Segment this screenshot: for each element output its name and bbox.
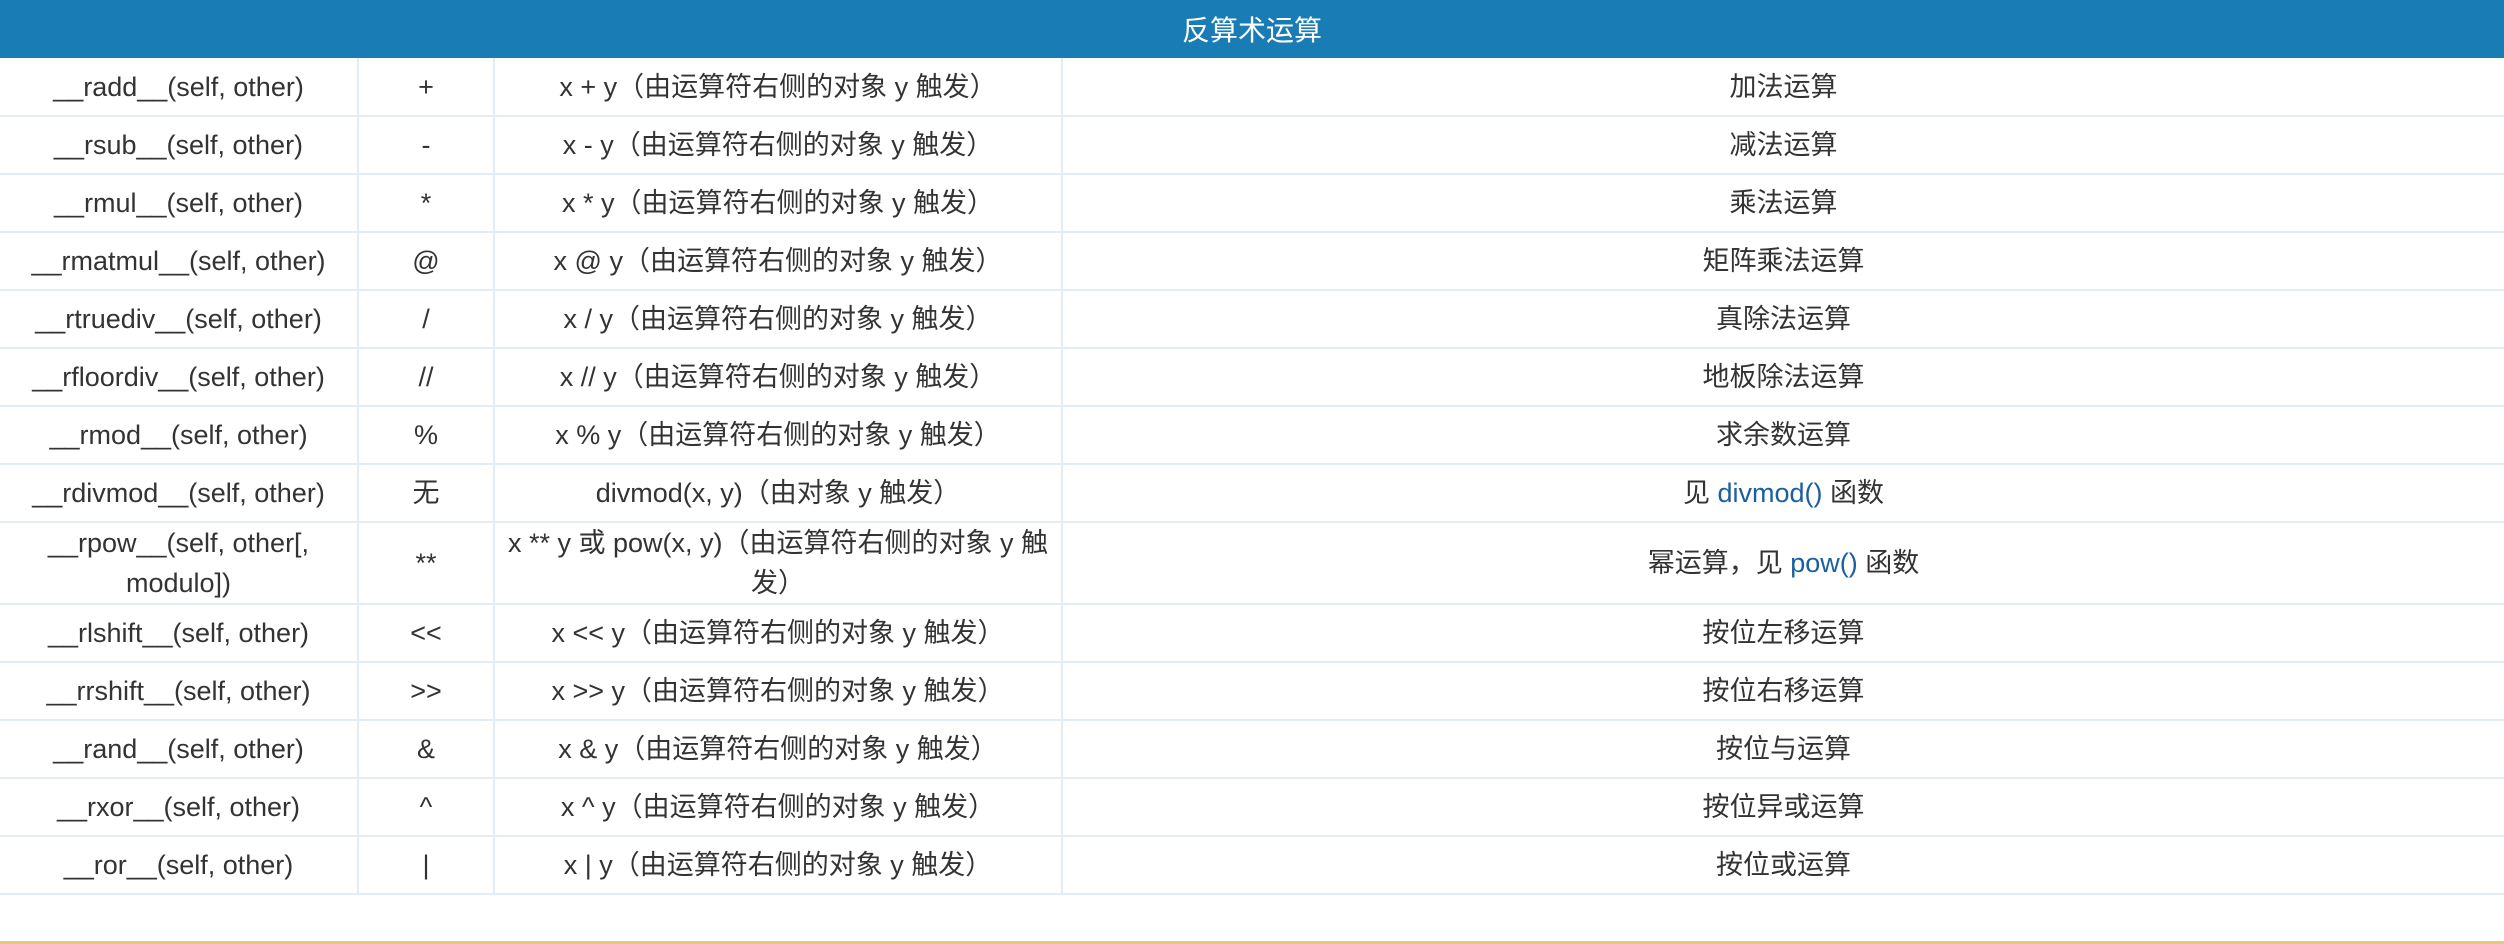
table-row: __radd__(self, other) + x + y（由运算符右侧的对象 …	[0, 58, 2504, 117]
description-cell: 加法运算	[1062, 58, 2504, 117]
description-text: 见	[1682, 478, 1718, 508]
operator-cell: -	[358, 116, 495, 175]
expression-cell: x ** y 或 pow(x, y)（由运算符右侧的对象 y 触发）	[494, 522, 1063, 605]
operator-cell: %	[358, 406, 495, 465]
operator-cell: +	[358, 58, 495, 117]
description-text: 幂运算，见	[1647, 548, 1791, 578]
table-row: __rlshift__(self, other) << x << y（由运算符右…	[0, 604, 2504, 663]
table-row: __ror__(self, other) | x | y（由运算符右侧的对象 y…	[0, 836, 2504, 895]
operator-cell: >>	[358, 662, 495, 721]
method-cell: __rdivmod__(self, other)	[0, 464, 359, 523]
method-cell: __rtruediv__(self, other)	[0, 290, 359, 349]
expression-cell: x @ y（由运算符右侧的对象 y 触发）	[494, 232, 1063, 291]
expression-cell: x * y（由运算符右侧的对象 y 触发）	[494, 174, 1063, 233]
table-title: 反算术运算	[0, 0, 2504, 58]
description-cell: 按位左移运算	[1062, 604, 2504, 663]
table-row: __rxor__(self, other) ^ x ^ y（由运算符右侧的对象 …	[0, 778, 2504, 837]
expression-cell: x - y（由运算符右侧的对象 y 触发）	[494, 116, 1063, 175]
description-cell: 减法运算	[1062, 116, 2504, 175]
description-cell: 见 divmod() 函数	[1062, 464, 2504, 523]
operator-cell: <<	[358, 604, 495, 663]
description-cell: 按位异或运算	[1062, 778, 2504, 837]
expression-cell: x / y（由运算符右侧的对象 y 触发）	[494, 290, 1063, 349]
description-cell: 求余数运算	[1062, 406, 2504, 465]
expression-cell: x + y（由运算符右侧的对象 y 触发）	[494, 58, 1063, 117]
table-row: __rsub__(self, other) - x - y（由运算符右侧的对象 …	[0, 116, 2504, 175]
table-row: __rrshift__(self, other) >> x >> y（由运算符右…	[0, 662, 2504, 721]
operator-cell: @	[358, 232, 495, 291]
description-cell: 幂运算，见 pow() 函数	[1062, 522, 2504, 605]
expression-cell: x // y（由运算符右侧的对象 y 触发）	[494, 348, 1063, 407]
description-cell: 按位与运算	[1062, 720, 2504, 779]
method-cell: __radd__(self, other)	[0, 58, 359, 117]
method-cell: __rmatmul__(self, other)	[0, 232, 359, 291]
reflected-arithmetic-table-container: 反算术运算 __radd__(self, other) + x + y（由运算符…	[0, 0, 2504, 944]
description-cell: 按位或运算	[1062, 836, 2504, 895]
method-cell: __rfloordiv__(self, other)	[0, 348, 359, 407]
expression-cell: x << y（由运算符右侧的对象 y 触发）	[494, 604, 1063, 663]
description-text: 函数	[1857, 548, 1920, 578]
table-row: __rmul__(self, other) * x * y（由运算符右侧的对象 …	[0, 174, 2504, 233]
method-cell: __rand__(self, other)	[0, 720, 359, 779]
operator-cell: /	[358, 290, 495, 349]
description-text: 函数	[1822, 478, 1885, 508]
method-cell: __rrshift__(self, other)	[0, 662, 359, 721]
table-row: __rdivmod__(self, other) 无 divmod(x, y)（…	[0, 464, 2504, 523]
table-row: __rtruediv__(self, other) / x / y（由运算符右侧…	[0, 290, 2504, 349]
description-cell: 地板除法运算	[1062, 348, 2504, 407]
expression-cell: x % y（由运算符右侧的对象 y 触发）	[494, 406, 1063, 465]
description-cell: 按位右移运算	[1062, 662, 2504, 721]
method-cell: __rpow__(self, other[, modulo])	[0, 522, 359, 605]
table-row: __rmatmul__(self, other) @ x @ y（由运算符右侧的…	[0, 232, 2504, 291]
method-cell: __rsub__(self, other)	[0, 116, 359, 175]
operator-cell: ^	[358, 778, 495, 837]
expression-cell: divmod(x, y)（由对象 y 触发）	[494, 464, 1063, 523]
table-row: __rfloordiv__(self, other) // x // y（由运算…	[0, 348, 2504, 407]
description-cell: 矩阵乘法运算	[1062, 232, 2504, 291]
operator-cell: *	[358, 174, 495, 233]
expression-cell: x & y（由运算符右侧的对象 y 触发）	[494, 720, 1063, 779]
method-cell: __ror__(self, other)	[0, 836, 359, 895]
operator-cell: //	[358, 348, 495, 407]
expression-cell: x ^ y（由运算符右侧的对象 y 触发）	[494, 778, 1063, 837]
operator-cell: &	[358, 720, 495, 779]
operators-table: __radd__(self, other) + x + y（由运算符右侧的对象 …	[0, 58, 2504, 895]
description-cell: 乘法运算	[1062, 174, 2504, 233]
expression-cell: x >> y（由运算符右侧的对象 y 触发）	[494, 662, 1063, 721]
table-row: __rmod__(self, other) % x % y（由运算符右侧的对象 …	[0, 406, 2504, 465]
method-cell: __rmul__(self, other)	[0, 174, 359, 233]
method-cell: __rmod__(self, other)	[0, 406, 359, 465]
divmod-link[interactable]: divmod()	[1717, 478, 1822, 508]
operator-cell: |	[358, 836, 495, 895]
table-row: __rpow__(self, other[, modulo]) ** x ** …	[0, 522, 2504, 605]
pow-link[interactable]: pow()	[1790, 548, 1858, 578]
method-cell: __rlshift__(self, other)	[0, 604, 359, 663]
description-cell: 真除法运算	[1062, 290, 2504, 349]
operator-cell: 无	[358, 464, 495, 523]
operator-cell: **	[358, 522, 495, 605]
table-row: __rand__(self, other) & x & y（由运算符右侧的对象 …	[0, 720, 2504, 779]
expression-cell: x | y（由运算符右侧的对象 y 触发）	[494, 836, 1063, 895]
method-cell: __rxor__(self, other)	[0, 778, 359, 837]
